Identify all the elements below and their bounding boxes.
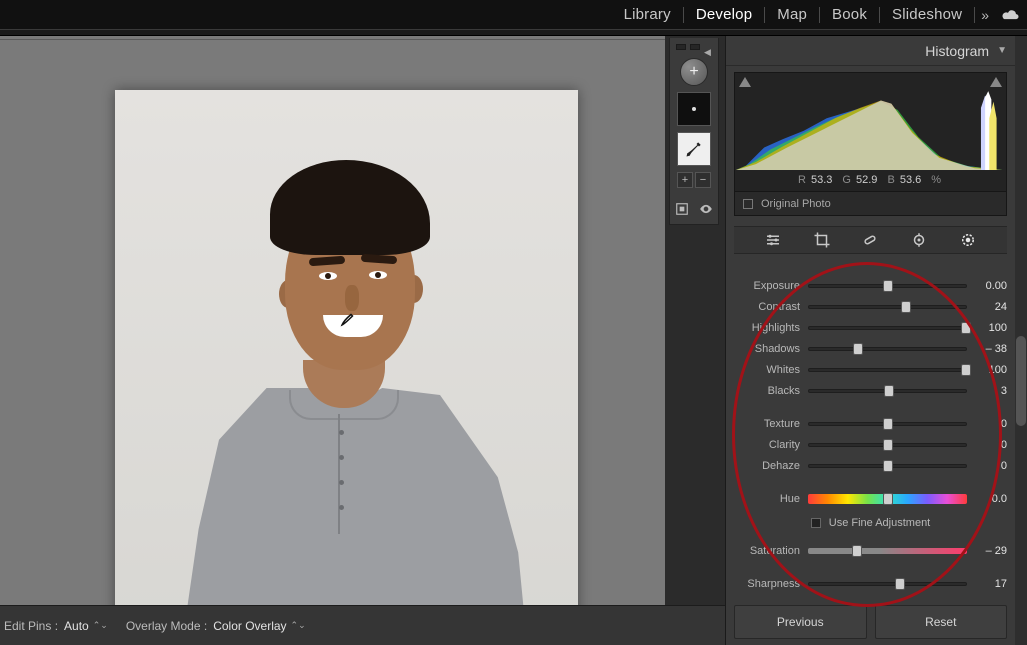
heal-tool-icon[interactable] — [860, 230, 880, 250]
slider-exposure[interactable]: Exposure 0.00 — [734, 276, 1007, 296]
slider-hue[interactable]: Hue 0.0 — [734, 489, 1007, 509]
slider-texture[interactable]: Texture 0 — [734, 414, 1007, 434]
slider-clarity[interactable]: Clarity 0 — [734, 435, 1007, 455]
module-tab-develop[interactable]: Develop — [684, 0, 764, 29]
histogram-header[interactable]: Histogram ▼ — [726, 36, 1015, 66]
mask-overlay-toggle-icon[interactable] — [675, 202, 689, 216]
edit-pins-group: Edit Pins : Auto⌃⌄ — [4, 619, 108, 633]
fine-adjustment-checkbox[interactable] — [811, 518, 821, 528]
cloud-sync-icon[interactable] — [1001, 8, 1021, 22]
original-photo-row[interactable]: Original Photo — [734, 192, 1007, 216]
module-tab-library[interactable]: Library — [612, 0, 683, 29]
mask-sub-mini[interactable]: − — [695, 172, 711, 188]
right-panel: Histogram ▼ R 53.3 G 52.9 B 53.6 % — [725, 36, 1027, 645]
mask-visibility-icon[interactable] — [699, 202, 713, 216]
slider-sharpness[interactable]: Sharpness 17 — [734, 574, 1007, 594]
overlay-mode-label: Overlay Mode : — [126, 619, 207, 633]
slider-saturation[interactable]: Saturation – 29 — [734, 541, 1007, 561]
overlay-mode-select[interactable]: Color Overlay⌃⌄ — [213, 619, 305, 633]
scrollbar-thumb[interactable] — [1016, 336, 1026, 426]
develop-toolbar: Edit Pins : Auto⌃⌄ Overlay Mode : Color … — [0, 605, 725, 645]
module-tab-map[interactable]: Map — [765, 0, 819, 29]
module-tab-slideshow[interactable]: Slideshow — [880, 0, 974, 29]
module-picker: Library Develop Map Book Slideshow » — [0, 0, 1027, 30]
canvas-area — [0, 36, 665, 605]
right-panel-scrollbar[interactable] — [1015, 36, 1027, 645]
histogram-plot — [735, 87, 1006, 170]
mask-add-mini[interactable]: + — [677, 172, 693, 188]
masking-tool-icon[interactable] — [958, 230, 978, 250]
previous-button[interactable]: Previous — [734, 605, 867, 639]
slider-dehaze[interactable]: Dehaze 0 — [734, 456, 1007, 476]
reset-button[interactable]: Reset — [875, 605, 1008, 639]
toolstrip-handle[interactable] — [690, 44, 700, 50]
adjustment-sliders: Exposure 0.00 Contrast 24 Highlights 100… — [726, 268, 1015, 600]
edit-pins-select[interactable]: Auto⌃⌄ — [64, 619, 108, 633]
mask-thumb[interactable] — [677, 92, 711, 126]
prev-reset-row: Previous Reset — [726, 605, 1015, 639]
original-photo-checkbox[interactable] — [743, 199, 753, 209]
photo-preview[interactable] — [115, 90, 578, 623]
module-tabs: Library Develop Map Book Slideshow — [612, 0, 976, 29]
edit-pins-label: Edit Pins : — [4, 619, 58, 633]
local-tools-row — [734, 226, 1007, 254]
more-modules-button[interactable]: » — [975, 7, 995, 23]
histogram-readout: R 53.3 G 52.9 B 53.6 % — [735, 169, 1006, 191]
module-tab-book[interactable]: Book — [820, 0, 879, 29]
toolstrip-collapse-icon[interactable] — [704, 44, 714, 50]
slider-whites[interactable]: Whites 100 — [734, 360, 1007, 380]
fine-adjustment-label: Use Fine Adjustment — [829, 517, 931, 529]
slider-shadows[interactable]: Shadows – 38 — [734, 339, 1007, 359]
brush-mask-button[interactable] — [677, 132, 711, 166]
histogram-title: Histogram — [925, 43, 989, 59]
crop-tool-icon[interactable] — [812, 230, 832, 250]
original-photo-label: Original Photo — [761, 198, 831, 210]
redeye-tool-icon[interactable] — [909, 230, 929, 250]
mask-toolstrip: + + − — [669, 38, 719, 225]
add-mask-button[interactable]: + — [680, 58, 708, 86]
toolstrip-handle[interactable] — [676, 44, 686, 50]
overlay-mode-group: Overlay Mode : Color Overlay⌃⌄ — [126, 619, 306, 633]
histogram[interactable]: R 53.3 G 52.9 B 53.6 % — [734, 72, 1007, 192]
disclosure-triangle-icon: ▼ — [997, 45, 1007, 56]
slider-blacks[interactable]: Blacks 3 — [734, 381, 1007, 401]
sliders-tool-icon[interactable] — [763, 230, 783, 250]
slider-contrast[interactable]: Contrast 24 — [734, 297, 1007, 317]
slider-highlights[interactable]: Highlights 100 — [734, 318, 1007, 338]
fine-adjustment-row[interactable]: Use Fine Adjustment — [734, 513, 1007, 533]
brush-cursor-icon — [339, 310, 357, 328]
